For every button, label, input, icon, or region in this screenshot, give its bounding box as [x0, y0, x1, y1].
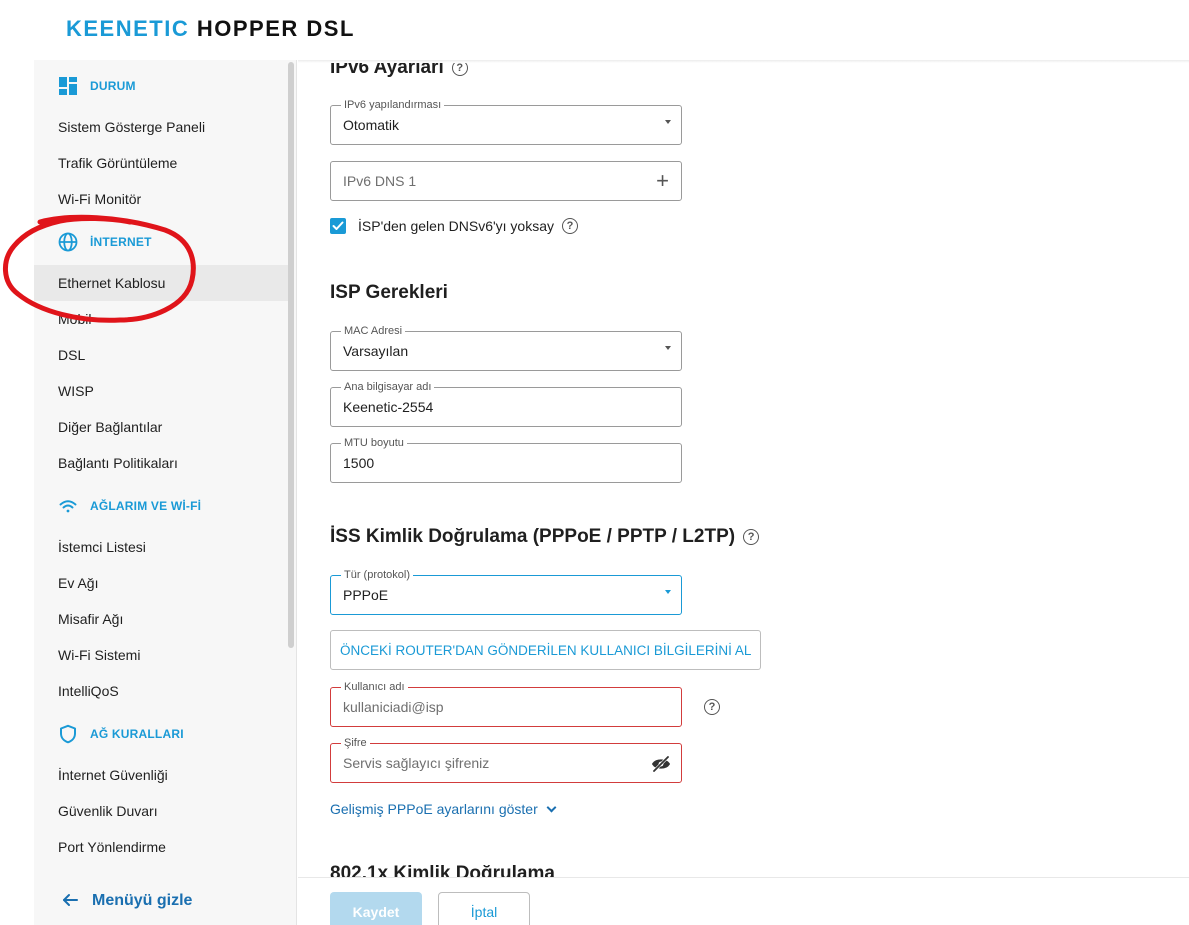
username-placeholder: kullaniciadi@isp [343, 699, 444, 715]
mac-address-value: Varsayılan [343, 343, 409, 359]
sidebar-group-label: İNTERNET [90, 235, 152, 249]
ipv6-config-value: Otomatik [343, 117, 400, 133]
ignore-dnsv6-checkbox[interactable] [330, 218, 346, 234]
hide-menu-button[interactable]: Menüyü gizle [34, 877, 297, 925]
chevron-down-icon [665, 346, 671, 350]
sidebar-group-label: DURUM [90, 79, 136, 93]
mtu-label: MTU boyutu [341, 436, 407, 450]
sidebar-item-wisp[interactable]: WISP [34, 373, 289, 409]
hostname-label: Ana bilgisayar adı [341, 380, 435, 394]
cancel-button[interactable]: İptal [438, 892, 530, 925]
sidebar-group-ag-kurallari: AĞ KURALLARI [58, 724, 184, 744]
ignore-dnsv6-checkbox-row[interactable]: İSP'den gelen DNSv6'yı yoksay ? [330, 218, 578, 234]
protocol-type-label: Tür (protokol) [341, 568, 414, 582]
sidebar-item-mobil[interactable]: Mobil [34, 301, 289, 337]
help-icon[interactable]: ? [704, 699, 720, 715]
fetch-previous-router-credentials-button[interactable]: ÖNCEKİ ROUTER'DAN GÖNDERİLEN KULLANICI B… [330, 630, 762, 670]
check-icon [332, 221, 344, 230]
sidebar-item-internet-guvenligi[interactable]: İnternet Güvenliği [34, 757, 289, 793]
password-placeholder: Servis sağlayıcı şifreniz [343, 755, 490, 771]
isp-title-text: ISP Gerekleri [330, 282, 448, 303]
save-button[interactable]: Kaydet [330, 892, 422, 925]
auth-title-text: İSS Kimlik Doğrulama (PPPoE / PPTP / L2T… [330, 526, 736, 547]
protocol-type-value: PPPoE [343, 587, 389, 603]
sidebar-item-port-yonlendirme[interactable]: Port Yönlendirme [34, 829, 289, 865]
ipv6-config-select[interactable]: IPv6 yapılandırması Otomatik [330, 98, 682, 145]
sidebar-item-wifi-monitor[interactable]: Wi-Fi Monitör [34, 181, 289, 217]
sidebar-item-dsl[interactable]: DSL [34, 337, 289, 373]
sidebar-item-diger-baglantilar[interactable]: Diğer Bağlantılar [34, 409, 289, 445]
password-field[interactable]: Şifre Servis sağlayıcı şifreniz [330, 736, 682, 783]
ipv6-dns1-field[interactable]: IPv6 DNS 1 + [330, 161, 682, 201]
sidebar-item-wifi-sistemi[interactable]: Wi-Fi Sistemi [34, 637, 289, 673]
hide-menu-label: Menüyü gizle [92, 892, 193, 909]
ignore-dnsv6-label: İSP'den gelen DNSv6'yı yoksay [358, 218, 554, 234]
sidebar-item-guvenlik-duvari[interactable]: Güvenlik Duvarı [34, 793, 289, 829]
help-icon[interactable]: ? [743, 529, 760, 545]
sidebar: DURUM Sistem Gösterge Paneli Trafik Görü… [34, 60, 297, 925]
username-label: Kullanıcı adı [341, 680, 408, 694]
sidebar-scrollbar[interactable] [288, 62, 294, 648]
advanced-link-text: Gelişmiş PPPoE ayarlarını göster [330, 801, 538, 817]
sidebar-group-label: AĞ KURALLARI [90, 727, 184, 741]
chevron-down-icon [546, 802, 557, 812]
sidebar-item-istemci-listesi[interactable]: İstemci Listesi [34, 529, 289, 565]
ipv6-dns1-placeholder: IPv6 DNS 1 [343, 173, 417, 189]
sidebar-item-misafir-agi[interactable]: Misafir Ağı [34, 601, 289, 637]
password-label: Şifre [341, 736, 370, 750]
brand-name: KEENETIC [66, 16, 190, 41]
sidebar-item-ethernet-kablosu[interactable]: Ethernet Kablosu [34, 265, 289, 301]
brand-model: HOPPER DSL [196, 16, 355, 41]
sidebar-group-label: AĞLARIM VE Wİ-Fİ [90, 499, 202, 513]
hostname-field[interactable]: Ana bilgisayar adı Keenetic-2554 [330, 380, 682, 427]
shield-icon [58, 724, 78, 744]
arrow-left-icon [62, 891, 78, 912]
sidebar-group-aglarim-ve-wifi: AĞLARIM VE Wİ-Fİ [58, 496, 201, 516]
wifi-icon [58, 496, 78, 516]
protocol-type-select[interactable]: Tür (protokol) PPPoE [330, 568, 682, 615]
chevron-down-icon [665, 120, 671, 124]
eye-off-icon[interactable] [651, 754, 671, 774]
main-content: IPv6 Ayarları ? IPv6 yapılandırması Otom… [298, 60, 1189, 877]
mac-address-label: MAC Adresi [341, 324, 406, 338]
sidebar-item-ev-agi[interactable]: Ev Ağı [34, 565, 289, 601]
dashboard-icon [58, 76, 78, 96]
sidebar-item-intelliqos[interactable]: IntelliQoS [34, 673, 289, 709]
plus-icon[interactable]: + [656, 170, 669, 192]
dot1x-section-title: 802.1x Kimlik Doğrulama [330, 863, 555, 877]
brand-logo: KEENETIC HOPPER DSL [66, 16, 355, 42]
mtu-value: 1500 [343, 455, 375, 471]
mac-address-select[interactable]: MAC Adresi Varsayılan [330, 324, 682, 371]
globe-icon [58, 232, 78, 252]
sidebar-group-internet: İNTERNET [58, 232, 152, 252]
main-top-shadow [298, 60, 1189, 63]
username-field[interactable]: Kullanıcı adı kullaniciadi@isp [330, 680, 682, 727]
sidebar-item-baglanti-politikalari[interactable]: Bağlantı Politikaları [34, 445, 289, 481]
sidebar-group-durum: DURUM [58, 76, 136, 96]
ipv6-config-label: IPv6 yapılandırması [341, 98, 445, 112]
sidebar-item-sistem-gosterge-paneli[interactable]: Sistem Gösterge Paneli [34, 109, 289, 145]
footer-actions: Kaydet İptal [298, 877, 1189, 925]
dot1x-title-text: 802.1x Kimlik Doğrulama [330, 863, 555, 877]
help-icon[interactable]: ? [562, 218, 578, 234]
chevron-down-icon [665, 590, 671, 594]
hostname-value: Keenetic-2554 [343, 399, 434, 415]
header: KEENETIC HOPPER DSL [0, 0, 1189, 60]
mtu-field[interactable]: MTU boyutu 1500 [330, 436, 682, 483]
advanced-pppoe-settings-link[interactable]: Gelişmiş PPPoE ayarlarını göster [330, 801, 557, 817]
auth-section-title: İSS Kimlik Doğrulama (PPPoE / PPTP / L2T… [330, 526, 760, 548]
sidebar-item-trafik-goruntuleme[interactable]: Trafik Görüntüleme [34, 145, 289, 181]
isp-section-title: ISP Gerekleri [330, 282, 448, 304]
